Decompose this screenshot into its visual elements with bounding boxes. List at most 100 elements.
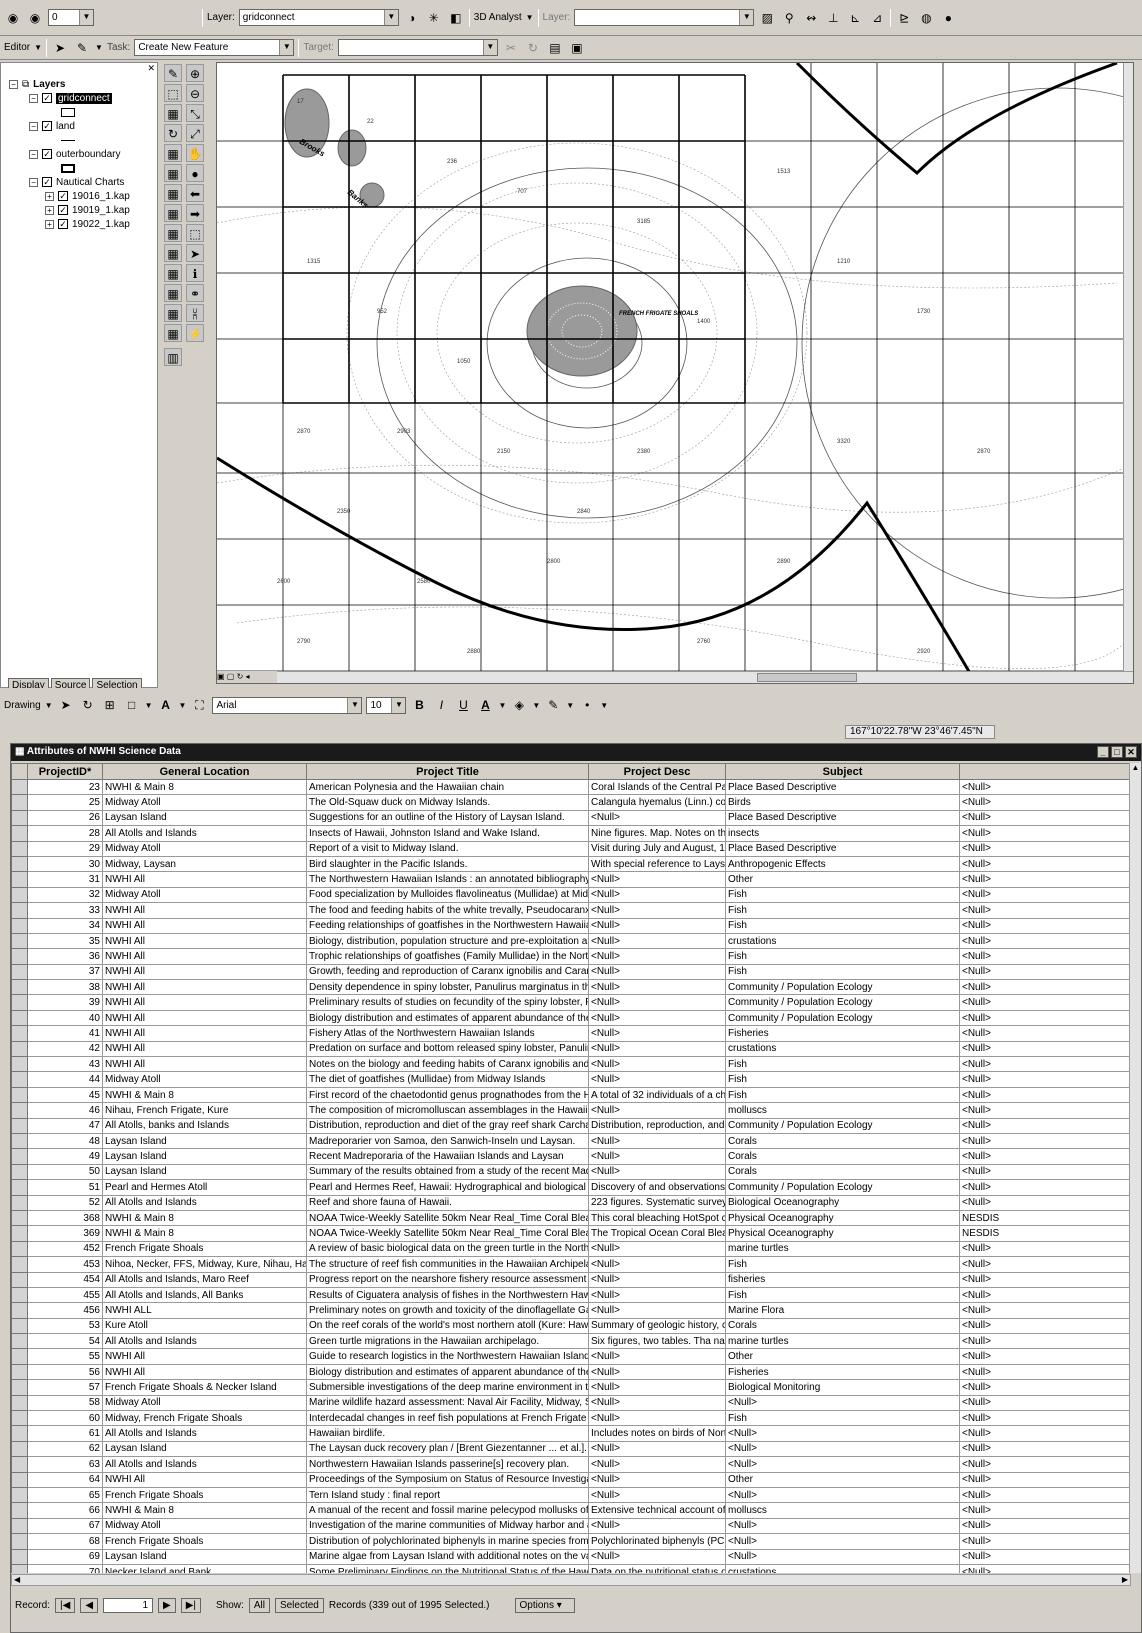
- table-cell[interactable]: <Null>: [959, 1363, 1131, 1381]
- record-number-input[interactable]: 1: [103, 1597, 154, 1613]
- table-row[interactable]: 57 French Frigate Shoals & Necker Island S…: [11, 1379, 1131, 1396]
- table-cell[interactable]: 66: [27, 1502, 103, 1519]
- table-cell[interactable]: Fish: [725, 1071, 960, 1088]
- row-selector[interactable]: [11, 1471, 28, 1488]
- row-selector[interactable]: [11, 1225, 28, 1242]
- map-horizontal-scrollbar[interactable]: [217, 671, 1133, 683]
- table-cell[interactable]: <Null>: [959, 1086, 1131, 1104]
- table-cell[interactable]: On the reef corals of the world's most n…: [306, 1317, 589, 1335]
- collapse-icon[interactable]: −: [9, 79, 18, 89]
- drawing-menu[interactable]: Drawing: [4, 700, 41, 711]
- italic-icon[interactable]: I: [432, 696, 450, 714]
- table-row[interactable]: 369 NWHI & Main 8 NOAA Twice-Weekly Satell…: [11, 1225, 1131, 1242]
- map-view[interactable]: 17 22 236 707 3185 1513 1210 1730 1315 952 1050 1…: [216, 62, 1134, 684]
- table-cell[interactable]: <Null>: [588, 1071, 726, 1088]
- table-row[interactable]: 63 All Atolls and Islands Northwestern Haw…: [11, 1456, 1131, 1473]
- chevron-down-icon[interactable]: ▼: [34, 43, 42, 52]
- table-cell[interactable]: Physical Oceanography: [725, 1225, 960, 1242]
- table-cell[interactable]: 54: [27, 1333, 103, 1350]
- table-cell[interactable]: Green turtle migrations in the Hawaiian …: [306, 1333, 589, 1350]
- table-cell[interactable]: NOAA Twice-Weekly Satellite 50km Near Re…: [306, 1225, 589, 1242]
- table-row[interactable]: 38 NWHI All Density dependence in spiny lo…: [11, 979, 1131, 996]
- globe-icon[interactable]: ◉: [4, 9, 22, 27]
- row-selector[interactable]: [11, 1410, 28, 1427]
- task-combo[interactable]: Create New Feature ▼: [134, 39, 295, 56]
- table-row[interactable]: 47 All Atolls, banks and Islands Distribut…: [11, 1117, 1131, 1134]
- table-cell[interactable]: Tern Island study : final report: [306, 1486, 589, 1504]
- table-cell[interactable]: Corals: [725, 1148, 960, 1165]
- row-selector[interactable]: [11, 1394, 28, 1412]
- table-cell[interactable]: NWHI All: [102, 1056, 307, 1073]
- toc-group-nautical-charts[interactable]: − ✓ Nautical Charts: [29, 175, 124, 189]
- row-selector[interactable]: [11, 1286, 28, 1304]
- table-cell[interactable]: Fish: [725, 902, 960, 919]
- toc-layer-gridconnect[interactable]: − ✓ gridconnect: [29, 91, 112, 105]
- row-selector[interactable]: [11, 1163, 28, 1181]
- attribute-window-titlebar[interactable]: ▦ Attributes of NWHI Science Data _ □ ✕: [11, 744, 1141, 761]
- table-cell[interactable]: Predation on surface and bottom released…: [306, 1040, 589, 1058]
- marker-color-icon[interactable]: •: [578, 696, 596, 714]
- find-binoculars-icon[interactable]: ⚭: [186, 284, 204, 302]
- table-cell[interactable]: <Null>: [725, 1533, 960, 1550]
- table-cell[interactable]: <Null>: [959, 886, 1131, 904]
- grid-icon[interactable]: ▦: [164, 324, 182, 342]
- maximize-icon[interactable]: □: [1111, 746, 1123, 758]
- table-row[interactable]: 26 Laysan Island Suggestions for an outlin…: [11, 809, 1131, 827]
- table-cell[interactable]: <Null>: [959, 855, 1131, 873]
- row-selector[interactable]: [11, 1179, 28, 1196]
- row-selector[interactable]: [11, 1209, 28, 1227]
- line-of-sight-icon[interactable]: ↭: [802, 9, 820, 27]
- table-cell[interactable]: Data on the nutritional status of: [588, 1563, 726, 1573]
- table-cell[interactable]: <Null>: [588, 902, 726, 919]
- table-row[interactable]: 25 Midway Atoll The Old-Squaw duck on Midw…: [11, 794, 1131, 811]
- chevron-down-icon[interactable]: ▼: [383, 10, 398, 25]
- chevron-down-icon[interactable]: ▼: [532, 701, 540, 710]
- table-cell[interactable]: NWHI All: [102, 979, 307, 996]
- table-cell[interactable]: <Null>: [959, 1286, 1131, 1304]
- table-cell[interactable]: 61: [27, 1425, 103, 1442]
- table-cell[interactable]: <Null>: [725, 1517, 960, 1535]
- table-cell[interactable]: <Null>: [959, 917, 1131, 934]
- grid-icon[interactable]: ▦: [164, 144, 182, 162]
- chevron-down-icon[interactable]: ▼: [179, 701, 187, 710]
- attribute-horizontal-scrollbar[interactable]: ◀ ▶: [11, 1574, 1131, 1586]
- table-cell[interactable]: <Null>: [725, 1440, 960, 1458]
- toc-layer-land[interactable]: − ✓ land: [29, 119, 75, 133]
- table-cell[interactable]: 44: [27, 1071, 103, 1088]
- table-cell[interactable]: <Null>: [588, 979, 726, 996]
- table-cell[interactable]: NWHI All: [102, 994, 307, 1011]
- table-cell[interactable]: <Null>: [959, 1502, 1131, 1519]
- table-cell[interactable]: 60: [27, 1410, 103, 1427]
- table-cell[interactable]: <Null>: [959, 1256, 1131, 1273]
- table-row[interactable]: 54 All Atolls and Islands Green turtle mig…: [11, 1333, 1131, 1350]
- scroll-up-icon[interactable]: ▲: [1130, 763, 1141, 772]
- table-cell[interactable]: Other: [725, 1348, 960, 1365]
- table-cell[interactable]: 46: [27, 1102, 103, 1119]
- table-cell[interactable]: Corals: [725, 1132, 960, 1150]
- row-selector[interactable]: [11, 1194, 28, 1211]
- editor-menu[interactable]: Editor: [4, 42, 30, 53]
- toc-layer-19016[interactable]: + ✓ 19016_1.kap: [45, 189, 130, 203]
- table-cell[interactable]: Guide to research logistics in the North…: [306, 1348, 589, 1365]
- row-selector[interactable]: [11, 840, 28, 857]
- interpolate-line-icon[interactable]: ⊾: [846, 9, 864, 27]
- table-cell[interactable]: NWHI & Main 8: [102, 1502, 307, 1519]
- chevron-down-icon[interactable]: ▼: [526, 13, 534, 22]
- table-cell[interactable]: Fish: [725, 1056, 960, 1073]
- table-row[interactable]: 60 Midway, French Frigate Shoals Interdeca…: [11, 1410, 1131, 1427]
- table-cell[interactable]: 70: [27, 1563, 103, 1573]
- table-cell[interactable]: NWHI & Main 8: [102, 1209, 307, 1227]
- table-cell[interactable]: <Null>: [588, 1025, 726, 1042]
- options-button[interactable]: Options ▾: [514, 1597, 575, 1613]
- table-cell[interactable]: Pearl and Hermes Atoll: [102, 1179, 307, 1196]
- table-row[interactable]: 23 NWHI & Main 8 American Polynesia and th…: [11, 778, 1131, 796]
- table-cell[interactable]: Food specialization by Mulloides flavoli…: [306, 886, 589, 904]
- row-selector[interactable]: [11, 1533, 28, 1550]
- table-cell[interactable]: Distribution, reproduction, and di: [588, 1117, 726, 1134]
- table-cell[interactable]: NWHI All: [102, 932, 307, 950]
- select-icon[interactable]: ⬚: [164, 84, 182, 102]
- table-cell[interactable]: The Old-Squaw duck on Midway Islands.: [306, 794, 589, 811]
- fill-color-icon[interactable]: ◈: [510, 696, 528, 714]
- table-cell[interactable]: Biology distribution and estimates of ap…: [306, 1363, 589, 1381]
- attributes-icon[interactable]: ▤: [546, 39, 564, 57]
